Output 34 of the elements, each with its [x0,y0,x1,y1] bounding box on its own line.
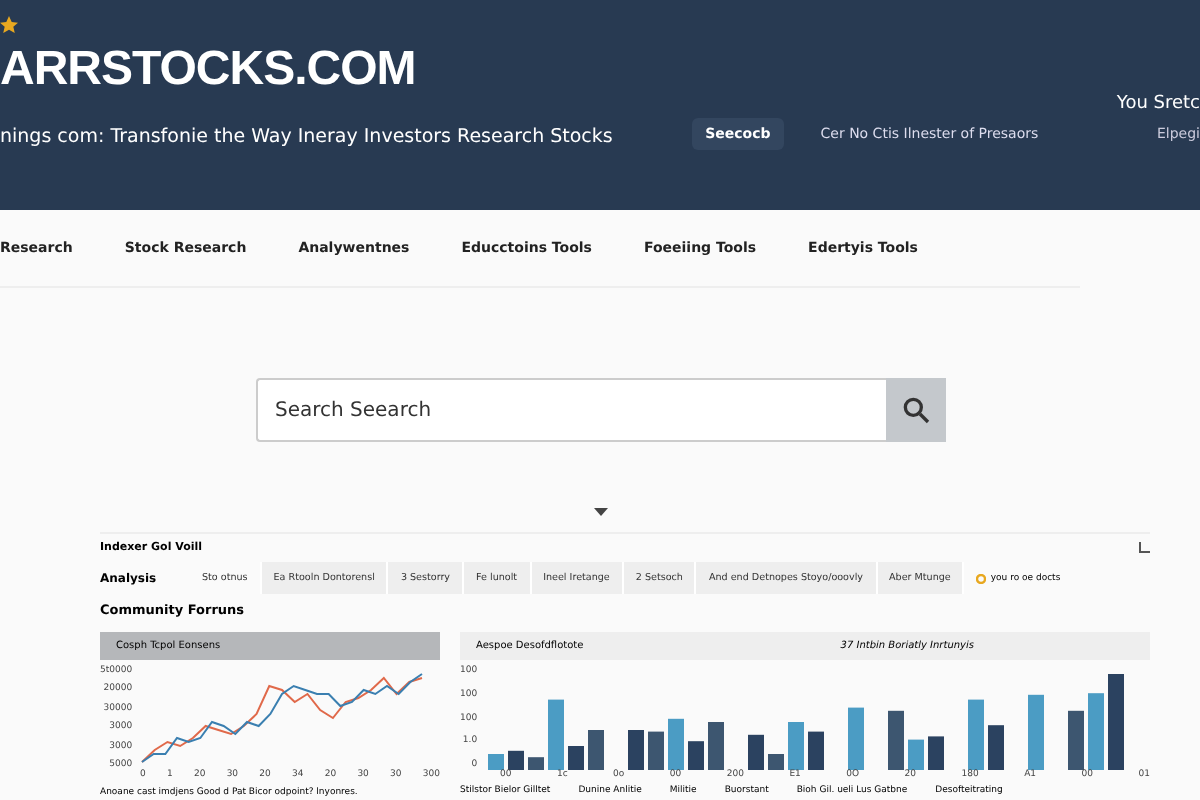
bar [767,754,784,770]
user-name[interactable]: You Sretc [1116,94,1200,114]
bar [567,746,584,770]
bar [667,718,684,770]
caret-icon[interactable] [593,508,607,516]
bar [787,722,804,770]
bar [1107,674,1124,770]
search-icon [899,394,931,426]
bar [907,739,924,770]
bar [927,736,944,770]
bar [847,707,864,770]
search-field[interactable]: Search Seearch [255,378,885,442]
bar [487,754,504,770]
bar [507,750,524,770]
bar [527,757,544,770]
bar [887,710,904,770]
bar [1087,693,1104,770]
site-logo[interactable]: ARRSTOCKS.COM [0,42,613,98]
bar [707,722,724,770]
bar [587,730,604,770]
star-icon [0,16,18,34]
bar [547,699,564,770]
tagline: nings com: Transfonie the Way Ineray Investors Research Stocks [0,126,613,148]
bar [687,741,704,770]
bar [627,730,644,770]
search-submit-button[interactable] [885,378,945,442]
bar [1067,710,1084,770]
bar [807,731,824,770]
bar [987,725,1004,770]
bar [747,734,764,770]
bar [647,731,664,770]
bar [967,699,984,770]
bar [1027,694,1044,770]
corner-icon[interactable] [1138,542,1150,554]
